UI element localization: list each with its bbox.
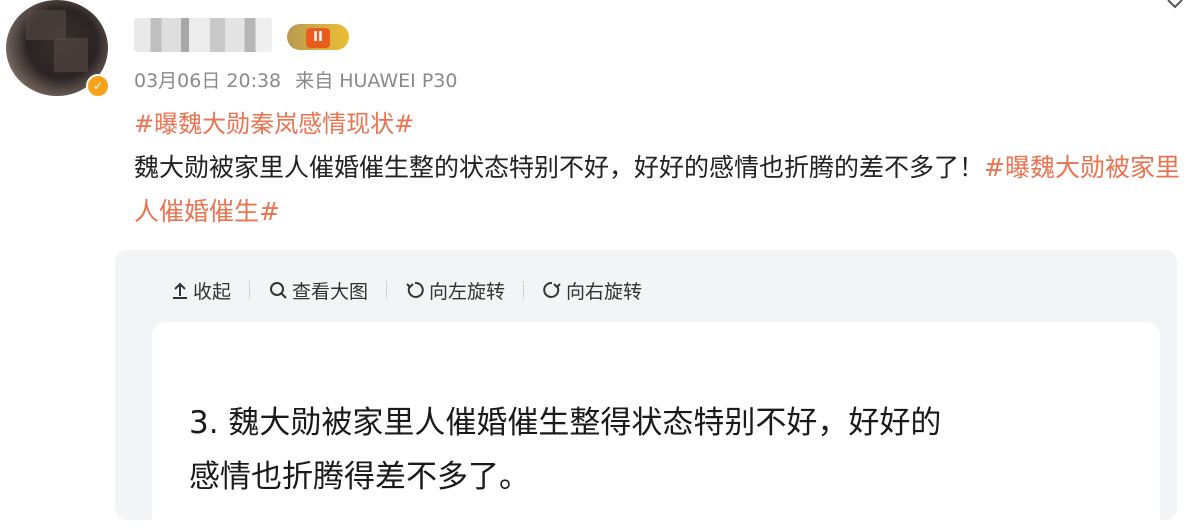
level-badge[interactable]: II	[287, 24, 349, 50]
verified-badge-icon: ✓	[86, 74, 110, 98]
collapse-button[interactable]: 收起	[171, 277, 231, 304]
view-large-button[interactable]: 查看大图	[268, 277, 368, 304]
username-obscured[interactable]	[134, 18, 272, 52]
rotate-left-label: 向左旋转	[429, 280, 506, 303]
avatar-blur	[54, 38, 88, 72]
rotate-left-icon	[406, 281, 424, 298]
post-image[interactable]: 3. 魏大勋被家里人催婚催生整得状态特别不好，好好的感情也折腾得差不多了。	[152, 322, 1160, 532]
arrow-up-icon	[173, 282, 187, 299]
post-timestamp[interactable]: 03月06日 20:38	[134, 70, 281, 92]
post-text: 魏大勋被家里人催婚催生整的状态特别不好，好好的感情也折腾的差不多了！	[134, 153, 985, 182]
collapse-label: 收起	[193, 280, 232, 303]
post-source: 来自 HUAWEI P30	[295, 70, 458, 92]
post-meta: 03月06日 20:38 来自 HUAWEI P30	[134, 66, 465, 93]
avatar-blur	[26, 10, 66, 40]
search-icon	[270, 282, 287, 299]
image-text: 3. 魏大勋被家里人催婚催生整得状态特别不好，好好的感情也折腾得差不多了。	[189, 405, 942, 495]
toolbar-divider	[386, 281, 388, 299]
toolbar-divider	[523, 281, 525, 299]
media-toolbar: 收起 查看大图 向左旋转 向右旋转	[171, 272, 642, 308]
level-badge-label: II	[306, 28, 330, 48]
media-viewer: 收起 查看大图 向左旋转 向右旋转 3. 魏大勋被家里人催婚催生整得状态特别不好…	[115, 250, 1177, 532]
topic-link[interactable]: #曝魏大勋秦岚感情现状#	[134, 104, 414, 139]
rotate-right-icon	[543, 281, 561, 298]
post-body: 魏大勋被家里人催婚催生整的状态特别不好，好好的感情也折腾的差不多了！#曝魏大勋被…	[134, 146, 1184, 234]
view-large-label: 查看大图	[292, 280, 369, 303]
rotate-left-button[interactable]: 向左旋转	[405, 277, 505, 304]
toolbar-divider	[249, 281, 251, 299]
chevron-down-icon[interactable]	[1164, 0, 1186, 18]
rotate-right-button[interactable]: 向右旋转	[542, 277, 642, 304]
rotate-right-label: 向右旋转	[566, 280, 643, 303]
